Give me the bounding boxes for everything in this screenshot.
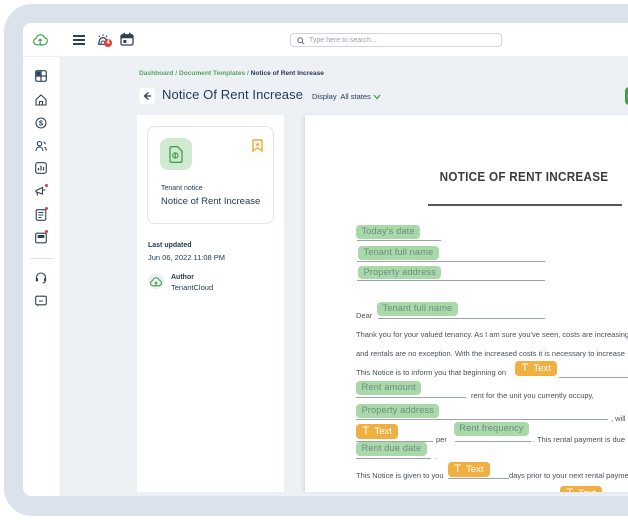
svg-text:$: $	[39, 119, 44, 128]
